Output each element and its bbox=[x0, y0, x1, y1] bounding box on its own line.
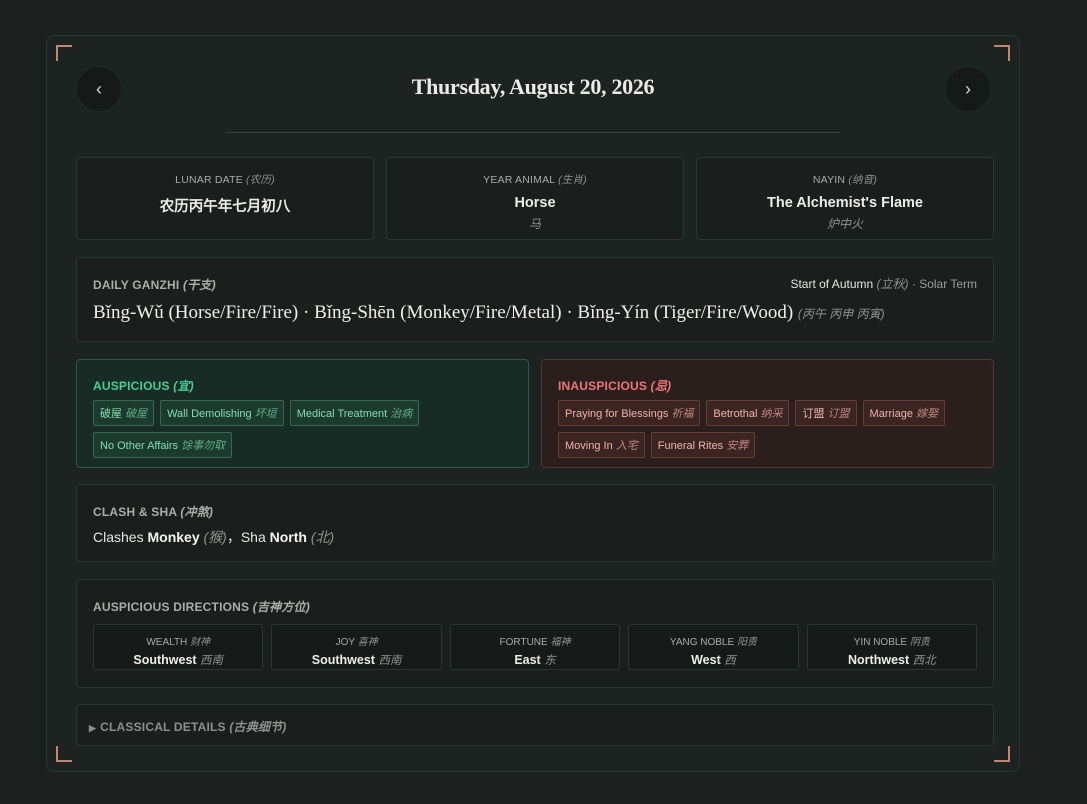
ganzhi-text: Bǐng-Wǔ (Horse/Fire/Fire) · Bǐng-Shēn (M… bbox=[93, 302, 885, 323]
nayin-card: NAYIN (纳音) The Alchemist's Flame 炉中火 bbox=[696, 157, 994, 240]
card-label-cn: (纳音) bbox=[848, 174, 878, 186]
auspicious-tag[interactable]: Medical Treatment 治病 bbox=[289, 400, 420, 426]
card-label: NAYIN bbox=[812, 174, 846, 186]
chevron-right-icon: › bbox=[965, 78, 971, 99]
corner-ornament bbox=[56, 45, 72, 61]
corner-ornament bbox=[994, 746, 1010, 762]
direction-wealth: WEALTH 财神 Southwest 西南 bbox=[93, 624, 264, 670]
triangle-right-icon: ▶ bbox=[89, 723, 97, 733]
daily-ganzhi-panel: DAILY GANZHI (干支) Start of Autumn (立秋) ·… bbox=[76, 257, 994, 342]
classical-details-toggle[interactable]: ▶ CLASSICAL DETAILS (古典细节) bbox=[76, 704, 994, 746]
auspicious-tag[interactable]: No Other Affairs 馀事勿取 bbox=[93, 432, 233, 458]
inauspicious-panel: INAUSPICIOUS (忌) Praying for Blessings 祈… bbox=[541, 359, 994, 468]
inauspicious-tag[interactable]: Funeral Rites 安葬 bbox=[650, 432, 756, 458]
inauspicious-tag[interactable]: Praying for Blessings 祈福 bbox=[558, 400, 701, 426]
lunar-date-card: LUNAR DATE (农历) 农历丙午年七月初八 bbox=[76, 157, 374, 240]
corner-ornament bbox=[994, 45, 1010, 61]
solar-term: Start of Autumn (立秋) · Solar Term bbox=[790, 277, 977, 291]
auspicious-directions-panel: AUSPICIOUS DIRECTIONS (吉神方位) WEALTH 财神 S… bbox=[76, 579, 994, 688]
card-label-cn: (生肖) bbox=[558, 174, 587, 186]
inauspicious-tag[interactable]: 订盟 订盟 bbox=[795, 400, 857, 426]
nayin-value: The Alchemist's Flame bbox=[766, 195, 924, 211]
inauspicious-tag[interactable]: Moving In 入宅 bbox=[558, 432, 645, 458]
inauspicious-tags: Praying for Blessings 祈福 Betrothal 纳采 订盟… bbox=[558, 400, 983, 458]
lunar-date-value: 农历丙午年七月初八 bbox=[159, 199, 291, 215]
calendar-card: ‹ Thursday, August 20, 2026 › LUNAR DATE… bbox=[46, 35, 1020, 772]
auspicious-tag[interactable]: 破屋 破屋 bbox=[93, 400, 155, 426]
section-label: INAUSPICIOUS (忌) bbox=[558, 379, 672, 393]
sha-direction: North bbox=[269, 529, 307, 545]
card-label-cn: (农历) bbox=[246, 174, 275, 186]
inauspicious-tag[interactable]: Betrothal 纳采 bbox=[706, 400, 790, 426]
direction-yin-noble: YIN NOBLE 阴贵 Northwest 西北 bbox=[806, 624, 978, 670]
card-label: LUNAR DATE bbox=[175, 174, 243, 186]
year-animal-cn: 马 bbox=[528, 217, 541, 231]
clash-text: Clashes Monkey (猴)，Sha North (北) bbox=[93, 529, 335, 545]
clash-sha-panel: CLASH & SHA (冲煞) Clashes Monkey (猴)，Sha … bbox=[76, 484, 994, 562]
year-animal-card: YEAR ANIMAL (生肖) Horse 马 bbox=[386, 157, 684, 240]
divider bbox=[226, 132, 840, 133]
section-label: DAILY GANZHI (干支) bbox=[93, 278, 216, 292]
direction-joy: JOY 喜神 Southwest 西南 bbox=[271, 624, 442, 670]
auspicious-panel: AUSPICIOUS (宜) 破屋 破屋 Wall Demolishing 坏垣… bbox=[76, 359, 529, 468]
direction-list: WEALTH 财神 Southwest 西南 JOY 喜神 Southwest … bbox=[93, 624, 978, 670]
auspicious-tags: 破屋 破屋 Wall Demolishing 坏垣 Medical Treatm… bbox=[93, 400, 518, 458]
inauspicious-tag[interactable]: Marriage 嫁娶 bbox=[862, 400, 946, 426]
direction-yang-noble: YANG NOBLE 阳贵 West 西 bbox=[628, 624, 799, 670]
page-title: Thursday, August 20, 2026 bbox=[411, 74, 655, 99]
section-label: CLASH & SHA (冲煞) bbox=[93, 505, 214, 519]
year-animal-value: Horse bbox=[514, 195, 556, 211]
nayin-cn: 炉中火 bbox=[826, 217, 863, 231]
auspicious-tag[interactable]: Wall Demolishing 坏垣 bbox=[160, 400, 284, 426]
direction-fortune: FORTUNE 福神 East 东 bbox=[449, 624, 621, 670]
section-label: AUSPICIOUS (宜) bbox=[93, 379, 194, 393]
next-day-button[interactable]: › bbox=[945, 66, 991, 112]
section-label: AUSPICIOUS DIRECTIONS (吉神方位) bbox=[93, 600, 310, 614]
clash-animal: Monkey bbox=[147, 529, 200, 545]
corner-ornament bbox=[56, 746, 72, 762]
card-label: YEAR ANIMAL bbox=[483, 174, 555, 186]
